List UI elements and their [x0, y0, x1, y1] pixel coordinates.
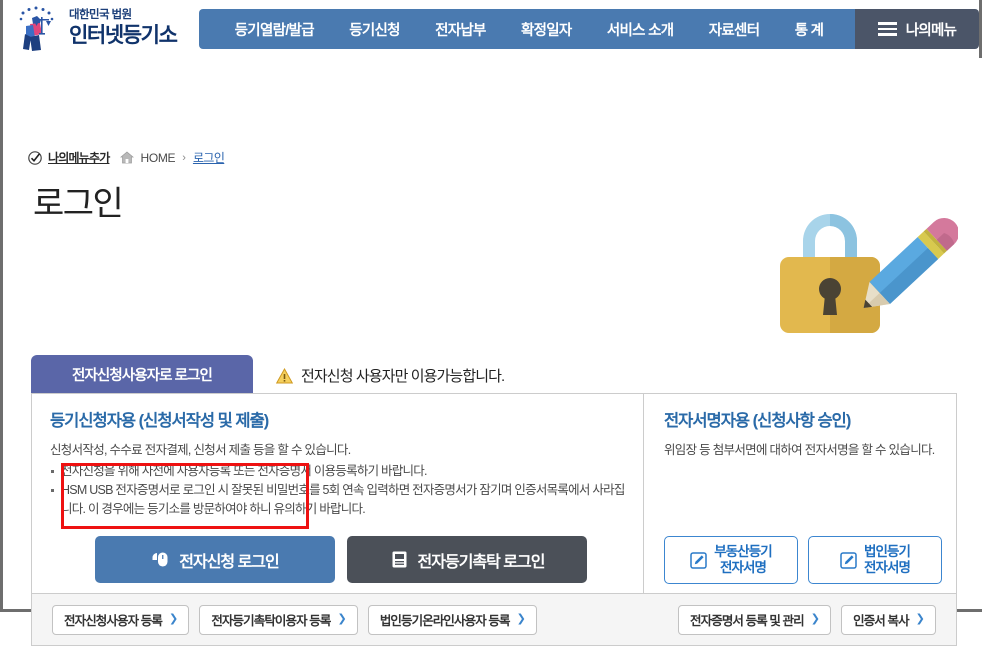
- nav-item-registry-view[interactable]: 등기열람/발급: [231, 19, 318, 40]
- hamburger-icon: [877, 22, 897, 36]
- breadcrumb-current-page[interactable]: 로그인: [193, 149, 225, 166]
- btn-line1: 법인등기: [863, 543, 911, 559]
- list-item: 전자신청을 위해 사전에 사용자등록 또는 전자증명서 이용등록하기 바랍니다.: [50, 462, 625, 481]
- my-menu-button[interactable]: 나의메뉴: [855, 9, 979, 49]
- real-estate-e-signature-button[interactable]: 부동산등기 전자서명: [664, 536, 798, 584]
- footer-right-buttons: 전자증명서 등록 및 관리 ❯ 인증서 복사 ❯: [678, 604, 936, 635]
- main-navigation: 등기열람/발급 등기신청 전자납부 확정일자 서비스 소개 자료센터 통 계 나…: [199, 9, 979, 49]
- register-e-registry-commission-user-button[interactable]: 전자등기촉탁이용자 등록 ❯: [199, 604, 358, 635]
- panel-registry-applicant: 등기신청자용 (신청서작성 및 제출) 신청서작성, 수수료 전자결제, 신청서…: [32, 394, 643, 593]
- real-estate-e-signature-label: 부동산등기 전자서명: [714, 543, 773, 577]
- left-panel-bullets: 전자신청을 위해 사전에 사용자등록 또는 전자증명서 이용등록하기 바랍니다.…: [50, 462, 625, 518]
- register-corporate-online-user-button[interactable]: 법인등기온라인사용자 등록 ❯: [367, 604, 537, 635]
- btn-label: 전자증명서 등록 및 관리: [690, 614, 805, 628]
- nav-item-data-center[interactable]: 자료센터: [705, 19, 764, 40]
- chevron-right-icon: ❯: [168, 613, 178, 625]
- left-panel-action-buttons: 전자신청 로그인 전자등기촉탁 로그인: [95, 536, 587, 583]
- page-content: 나의메뉴추가 HOME › 로그인 로그인 전자신청사용자로 로그인 전자신청 …: [6, 58, 982, 646]
- chevron-right-icon: ❯: [337, 613, 347, 625]
- warning-text: 전자신청 사용자만 이용가능합니다.: [301, 368, 505, 385]
- warning-triangle-icon: [276, 367, 293, 383]
- logo-site-name: 인터넷등기소: [69, 23, 178, 47]
- left-panel-description: 신청서작성, 수수료 전자결제, 신청서 제출 등을 할 수 있습니다.: [50, 443, 351, 457]
- btn-label: 전자등기촉탁이용자 등록: [211, 614, 331, 628]
- document-icon: [392, 551, 407, 568]
- add-my-menu-link[interactable]: 나의메뉴추가: [48, 149, 110, 166]
- site-header: 대한민국 법원 인터넷등기소 등기열람/발급 등기신청 전자납부 확정일자 서비…: [3, 0, 979, 58]
- list-item: HSM USB 전자증명서로 로그인 시 잘못된 비밀번호를 5회 연속 입력하…: [50, 481, 625, 519]
- nav-item-statistics[interactable]: 통 계: [791, 19, 828, 40]
- btn-line2: 전자서명: [719, 560, 767, 575]
- login-panel-box: 등기신청자용 (신청서작성 및 제출) 신청서작성, 수수료 전자결제, 신청서…: [31, 393, 957, 594]
- chevron-right-icon: ❯: [516, 613, 526, 625]
- my-menu-label: 나의메뉴: [905, 22, 957, 39]
- e-application-login-label: 전자신청 로그인: [179, 553, 279, 571]
- chevron-right-icon: ❯: [915, 613, 925, 625]
- nav-item-registry-apply[interactable]: 등기신청: [345, 19, 404, 40]
- nav-item-service-intro[interactable]: 서비스 소개: [603, 19, 678, 40]
- footer-left-buttons: 전자신청사용자 등록 ❯ 전자등기촉탁이용자 등록 ❯ 법인등기온라인사용자 등…: [52, 604, 537, 635]
- add-my-menu-check-icon: [28, 150, 42, 165]
- breadcrumb: 나의메뉴추가 HOME › 로그인: [28, 149, 225, 166]
- pencil-square-icon: [690, 551, 707, 569]
- tab-e-application-user-login[interactable]: 전자신청사용자로 로그인: [31, 355, 253, 393]
- tab-warning-notice: 전자신청 사용자만 이용가능합니다.: [276, 365, 505, 393]
- corporate-e-signature-label: 법인등기 전자서명: [863, 543, 911, 577]
- scales-of-justice-emblem: [19, 6, 54, 51]
- right-panel-action-buttons: 부동산등기 전자서명 법인등기 전자서명: [664, 536, 942, 584]
- left-panel-heading: 등기신청자용 (신청서작성 및 제출): [50, 412, 269, 430]
- e-registry-commission-login-button[interactable]: 전자등기촉탁 로그인: [347, 536, 587, 583]
- e-registry-commission-login-label: 전자등기촉탁 로그인: [417, 553, 546, 571]
- tab-label: 전자신청사용자로 로그인: [72, 367, 213, 384]
- pencil-square-icon: [840, 551, 857, 569]
- copy-certificate-button[interactable]: 인증서 복사 ❯: [841, 604, 936, 635]
- panel-e-signature: 전자서명자용 (신청사항 승인) 위임장 등 첨부서면에 대하여 전자서명을 할…: [643, 394, 956, 593]
- btn-line2: 전자서명: [863, 560, 911, 575]
- manage-e-certificate-button[interactable]: 전자증명서 등록 및 관리 ❯: [678, 604, 832, 635]
- corporate-e-signature-button[interactable]: 법인등기 전자서명: [808, 536, 942, 584]
- nav-item-e-payment[interactable]: 전자납부: [431, 19, 490, 40]
- nav-item-fixed-date[interactable]: 확정일자: [517, 19, 576, 40]
- breadcrumb-home-link[interactable]: HOME: [140, 151, 175, 165]
- right-panel-heading: 전자서명자용 (신청사항 승인): [664, 412, 851, 430]
- footer-link-strip: 전자신청사용자 등록 ❯ 전자등기촉탁이용자 등록 ❯ 법인등기온라인사용자 등…: [31, 594, 957, 646]
- mouse-lock-icon: [152, 552, 168, 567]
- site-logo[interactable]: 대한민국 법원 인터넷등기소: [12, 4, 178, 52]
- logo-court-line: 대한민국 법원: [69, 9, 132, 22]
- browser-window-frame: 대한민국 법원 인터넷등기소 등기열람/발급 등기신청 전자납부 확정일자 서비…: [0, 0, 982, 646]
- home-icon: [120, 151, 135, 164]
- btn-label: 법인등기온라인사용자 등록: [379, 614, 511, 628]
- register-e-application-user-button[interactable]: 전자신청사용자 등록 ❯: [52, 604, 190, 635]
- btn-line1: 부동산등기: [714, 543, 773, 559]
- right-panel-description: 위임장 등 첨부서면에 대하여 전자서명을 할 수 있습니다.: [664, 443, 935, 457]
- login-tab-row: 전자신청사용자로 로그인 전자신청 사용자만 이용가능합니다.: [31, 355, 957, 393]
- logo-wordmark: 대한민국 법원 인터넷등기소: [69, 9, 178, 47]
- chevron-right-icon: ❯: [810, 613, 820, 625]
- e-application-login-button[interactable]: 전자신청 로그인: [95, 536, 335, 583]
- btn-label: 인증서 복사: [853, 614, 909, 628]
- btn-label: 전자신청사용자 등록: [64, 614, 163, 628]
- padlock-with-pencil-illustration: [780, 214, 958, 333]
- breadcrumb-separator: ›: [182, 151, 186, 164]
- page-title: 로그인: [33, 185, 124, 223]
- nav-items-group: 등기열람/발급 등기신청 전자납부 확정일자 서비스 소개 자료센터 통 계: [199, 9, 855, 49]
